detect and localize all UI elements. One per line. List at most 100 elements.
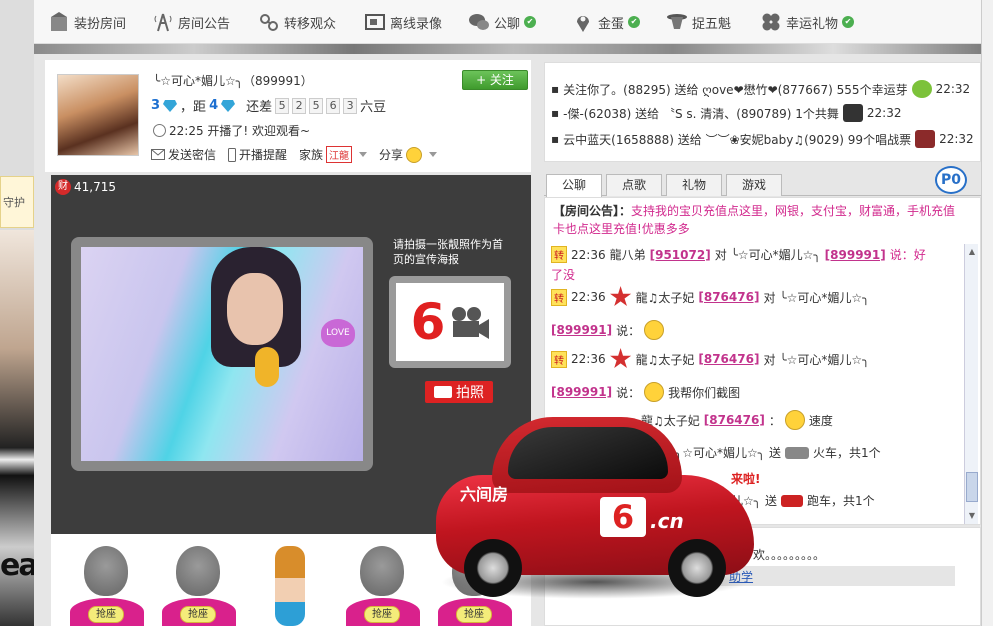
- share-button[interactable]: 分享: [379, 146, 438, 163]
- anchor-avatar[interactable]: [57, 74, 139, 156]
- seat-slot[interactable]: 抢座: [67, 544, 147, 626]
- gift-feed-time: 22:32: [866, 106, 902, 120]
- bullet: ▪: [551, 132, 560, 146]
- diamond-icon: [163, 99, 178, 112]
- left-edge-strip: 守护 ea: [0, 0, 34, 626]
- gift-feed-row[interactable]: ▪ -傑-(62038) 送给 〝S s. 清清、(890789) 1个共舞 2…: [551, 101, 902, 125]
- gift-ticket-icon: [915, 130, 936, 148]
- family-selector[interactable]: 家族 江龍: [299, 146, 368, 163]
- message-target[interactable]: ╰☆可心*媚儿☆╮: [779, 289, 869, 306]
- points-badge[interactable]: P0: [935, 166, 967, 194]
- take-photo-button[interactable]: 拍照: [425, 381, 493, 403]
- wealth-value: 41,715: [74, 180, 116, 194]
- toolbar-catch-five[interactable]: 捉五魁: [666, 10, 731, 34]
- message-said: 说：: [616, 323, 641, 338]
- message-to-word: 对: [763, 290, 776, 305]
- chevron-down-icon: [359, 152, 368, 157]
- anchor-info-panel: ╰☆可心*媚儿☆╮（899991） + 关注 3 ，距 4 还差 5 2 5 6…: [45, 60, 531, 172]
- toolbar-offline-recording[interactable]: 离线录像: [364, 10, 442, 34]
- seat-slot[interactable]: 抢座: [159, 544, 239, 626]
- poster-logo: 6: [396, 283, 504, 361]
- message-gift: 火车，共1个: [812, 446, 881, 460]
- link-transfer-icon: [260, 14, 278, 31]
- live-video[interactable]: LOVE: [81, 247, 363, 461]
- action-label: 分享: [379, 148, 404, 162]
- announcement-tower-icon: [154, 13, 172, 32]
- toolbar-room-dress[interactable]: 装扮房间: [48, 10, 126, 34]
- room-notice-label: 【房间公告】：: [553, 204, 632, 218]
- camera-icon: [434, 386, 452, 398]
- grab-seat-button[interactable]: 抢座: [88, 606, 124, 623]
- seat-slot-occupied[interactable]: [251, 544, 331, 626]
- level-gap-digit: 2: [292, 97, 307, 114]
- grab-seat-button[interactable]: 抢座: [180, 606, 216, 623]
- message-uid[interactable]: [876476]: [698, 352, 759, 366]
- chat-message-continued: 了没: [551, 268, 576, 282]
- level-gap-unit: 六豆: [360, 100, 387, 115]
- toolbar-label: 装扮房间: [74, 16, 127, 32]
- level-next: 4: [209, 98, 219, 113]
- gift-feed-row[interactable]: ▪ 云中蓝天(1658888) 送给 ︶︶❀安妮baby♫(9029) 99个唱…: [551, 127, 974, 151]
- toolbar-label: 房间公告: [178, 16, 231, 32]
- scroll-down-icon[interactable]: ▼: [966, 510, 978, 522]
- message-user[interactable]: 龍♫太子妃: [636, 289, 695, 306]
- room-notice: 【房间公告】：支持我的宝贝充值点这里，网银，支付宝，财富通，手机充值卡也点这里充…: [553, 202, 965, 238]
- chat-message: 转 22:36 龍八弟 [951072] 对 ╰☆可心*媚儿☆╮ [899991…: [551, 246, 926, 263]
- level-gap-digit: 5: [309, 97, 324, 114]
- follow-button[interactable]: + 关注: [462, 70, 528, 90]
- message-time: 22:36: [571, 247, 606, 262]
- toolbar-label: 捉五魁: [692, 16, 732, 32]
- chat-bubble-icon: [469, 14, 489, 30]
- message-user[interactable]: 龍八弟: [610, 246, 646, 263]
- phone-icon: [228, 147, 237, 162]
- sports-car-gift-animation: 六间房 6 .cn: [430, 405, 760, 605]
- toolbar-public-chat[interactable]: 公聊 ✔: [468, 10, 537, 34]
- page-scrollbar[interactable]: [981, 0, 993, 626]
- toolbar-lucky-gift[interactable]: 幸运礼物 ✔: [760, 10, 855, 34]
- car-number: 6: [600, 497, 646, 537]
- toolbar-transfer-audience[interactable]: 转移观众: [258, 10, 336, 34]
- tab-song-request[interactable]: 点歌: [606, 174, 662, 196]
- grab-seat-button[interactable]: 抢座: [364, 606, 400, 623]
- toolbar-label: 转移观众: [284, 16, 337, 32]
- message-uid[interactable]: [876476]: [698, 290, 759, 304]
- message-target-uid[interactable]: [899991]: [825, 248, 886, 262]
- scrollbar-thumb[interactable]: [966, 472, 978, 502]
- message-to-word: 对: [763, 352, 776, 367]
- anchor-level-row: 3 ，距 4 还差 5 2 5 6 3 六豆: [151, 96, 386, 115]
- message-uid[interactable]: [951072]: [650, 248, 711, 262]
- hat-icon: [667, 14, 687, 29]
- scroll-up-icon[interactable]: ▲: [966, 246, 978, 258]
- chat-message-continued: [899991] 说： 我帮你们截图: [551, 382, 740, 402]
- message-target[interactable]: ╰☆可心*媚儿☆╮: [731, 246, 821, 263]
- send-secret-message[interactable]: 发送密信: [151, 146, 216, 163]
- tab-public-chat[interactable]: 公聊: [546, 174, 602, 197]
- car-wheel: [464, 539, 522, 597]
- tab-gifts[interactable]: 礼物: [666, 174, 722, 196]
- thinking-emoji-icon: [644, 320, 665, 340]
- grab-seat-button[interactable]: 抢座: [456, 606, 492, 623]
- live-reminder[interactable]: 开播提醒: [228, 146, 287, 163]
- level-separator: ，距: [180, 100, 207, 115]
- message-target-uid[interactable]: [899991]: [551, 323, 612, 337]
- toolbar-room-announcement[interactable]: 房间公告: [152, 10, 230, 34]
- tab-games[interactable]: 游戏: [726, 174, 782, 196]
- chat-message: 转 22:36 龍♫太子妃 [876476] 对 ╰☆可心*媚儿☆╮: [551, 286, 869, 308]
- toolbar-golden-egg[interactable]: 金蛋 ✔: [572, 10, 641, 34]
- toolbar-label: 离线录像: [390, 16, 443, 32]
- guard-tip[interactable]: 守护: [0, 176, 34, 228]
- message-target-uid[interactable]: [899991]: [551, 385, 612, 399]
- toolbar-label: 幸运礼物: [786, 16, 839, 32]
- message-user[interactable]: 龍♫太子妃: [636, 351, 695, 368]
- car-wheel: [668, 539, 726, 597]
- message-target[interactable]: ╰☆可心*媚儿☆╮: [779, 351, 869, 368]
- chat-scrollbar[interactable]: ▲ ▼: [964, 244, 978, 524]
- chat-message: 转 22:36 龍♫太子妃 [876476] 对 ╰☆可心*媚儿☆╮: [551, 348, 869, 370]
- seat-slot[interactable]: 抢座: [343, 544, 423, 626]
- gift-feed-row[interactable]: ▪ 关注你了。(88295) 送给 ღove❤懋竹❤(877667) 555个幸…: [551, 77, 970, 101]
- wealth-icon: 财: [55, 179, 71, 195]
- room-toolbar: 装扮房间 房间公告 转移观众 离线录像 公聊 ✔ 金蛋 ✔ 捉五魁 幸运礼物 ✔: [34, 0, 993, 44]
- message-extra: 我帮你们截图: [668, 385, 741, 400]
- chat-message-continued: [899991] 说：: [551, 320, 665, 340]
- microphone-icon: [255, 347, 279, 387]
